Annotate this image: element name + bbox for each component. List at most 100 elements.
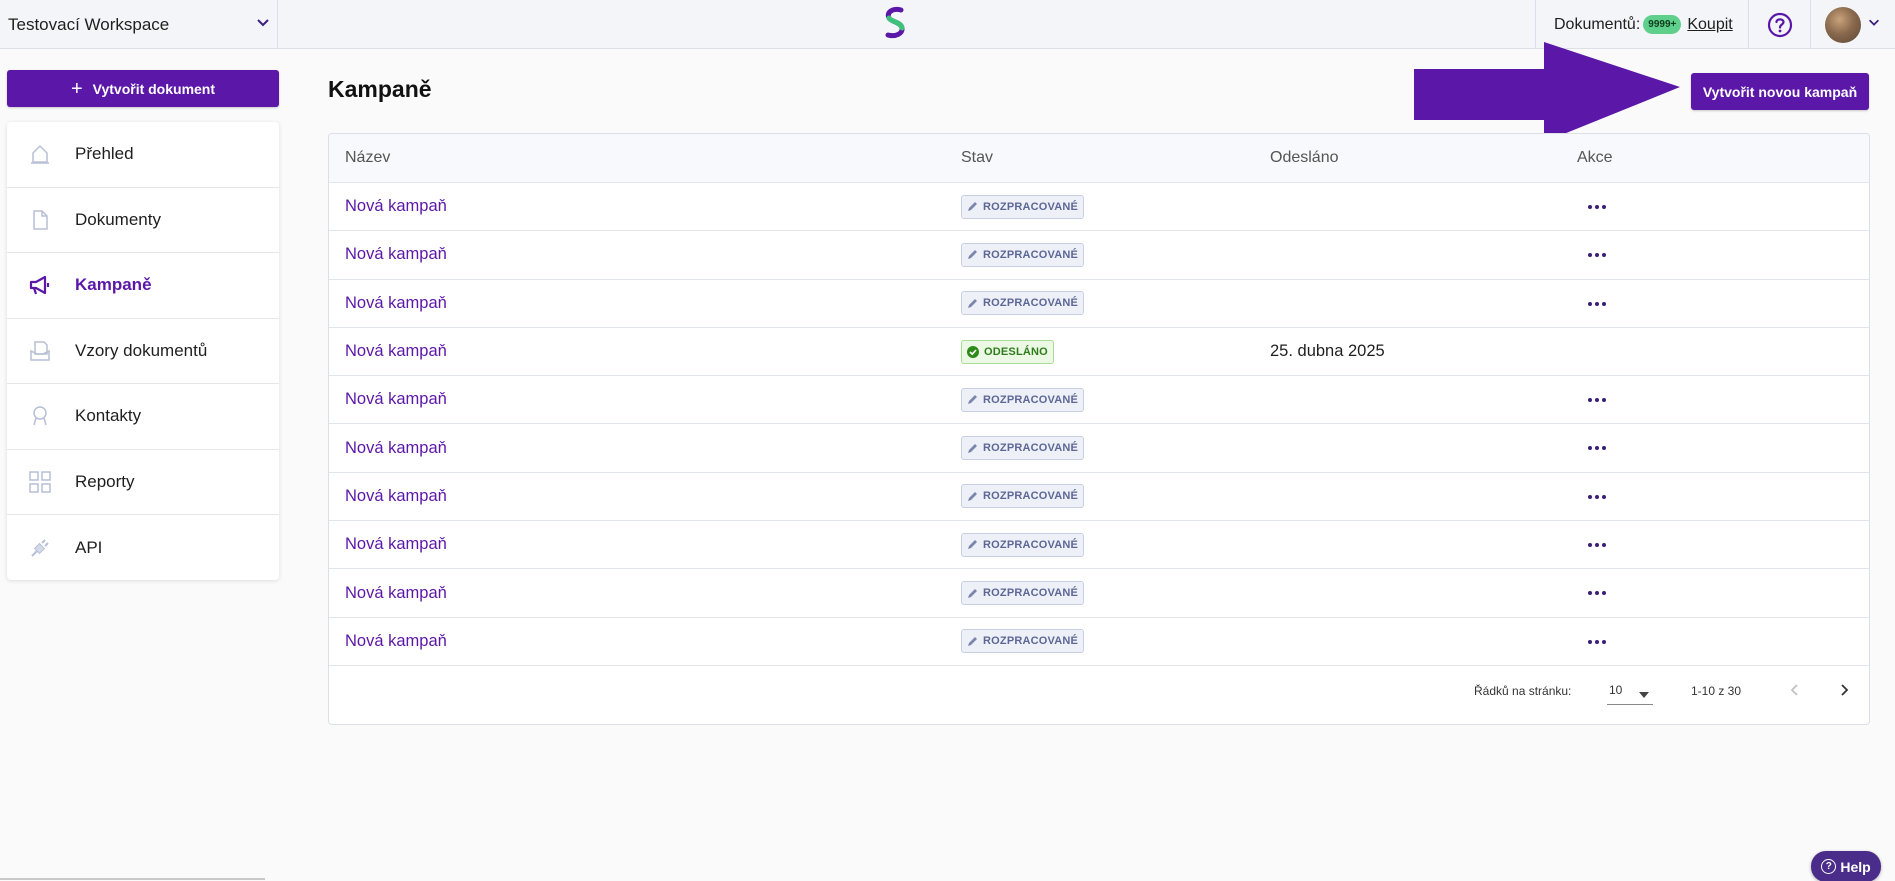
sidebar-item-label: Kontakty bbox=[75, 406, 142, 426]
help-icon[interactable] bbox=[1748, 0, 1810, 49]
table-row: Nová kampaň ROZPRACOVANÉ bbox=[329, 183, 1869, 232]
sidebar-item-label: API bbox=[75, 537, 103, 557]
caret-down-icon bbox=[1639, 687, 1649, 701]
status-label: ROZPRACOVANÉ bbox=[983, 393, 1079, 406]
status-badge: ROZPRACOVANÉ bbox=[961, 436, 1085, 461]
create-document-button[interactable]: + Vytvořit dokument bbox=[7, 70, 279, 107]
pencil-icon bbox=[967, 201, 978, 212]
divider bbox=[0, 878, 265, 880]
campaign-name-link[interactable]: Nová kampaň bbox=[345, 439, 447, 458]
status-label: ODESLÁNO bbox=[984, 345, 1048, 358]
sidebar-item-prehled[interactable]: Přehled bbox=[7, 122, 279, 188]
more-actions-icon[interactable] bbox=[1585, 632, 1609, 652]
buy-link[interactable]: Koupit bbox=[1687, 16, 1732, 34]
table-row: Nová kampaň ODESLÁNO 25. dubna 2025 bbox=[329, 328, 1869, 377]
more-actions-icon[interactable] bbox=[1585, 390, 1609, 410]
document-icon bbox=[27, 207, 53, 233]
arrow-annotation-icon bbox=[1414, 42, 1680, 142]
campaign-name-link[interactable]: Nová kampaň bbox=[345, 535, 447, 554]
sidebar-item-dokumenty[interactable]: Dokumenty bbox=[7, 188, 279, 253]
plug-icon bbox=[27, 535, 53, 561]
campaign-name-link[interactable]: Nová kampaň bbox=[345, 487, 447, 506]
status-badge: ROZPRACOVANÉ bbox=[961, 194, 1085, 219]
status-label: ROZPRACOVANÉ bbox=[983, 200, 1079, 213]
chevron-left-icon[interactable] bbox=[1783, 678, 1807, 702]
status-label: ROZPRACOVANÉ bbox=[983, 635, 1079, 648]
sidebar-item-reporty[interactable]: Reporty bbox=[7, 450, 279, 515]
chevron-right-icon[interactable] bbox=[1832, 678, 1856, 702]
rows-per-page-value: 10 bbox=[1609, 683, 1623, 697]
create-document-label: Vytvořit dokument bbox=[92, 80, 216, 97]
campaigns-table: Název Stav Odesláno Akce Nová kampaň ROZP… bbox=[328, 133, 1870, 725]
sidebar-item-vzory-dokumentu[interactable]: Vzory dokumentů bbox=[7, 319, 279, 384]
docs-label: Dokumentů: bbox=[1554, 15, 1641, 33]
campaign-name-link[interactable]: Nová kampaň bbox=[345, 632, 447, 651]
sidebar-item-kontakty[interactable]: Kontakty bbox=[7, 384, 279, 450]
campaign-name-link[interactable]: Nová kampaň bbox=[345, 390, 447, 409]
status-badge: ODESLÁNO bbox=[961, 339, 1054, 364]
table-header: Název Stav Odesláno Akce bbox=[329, 134, 1869, 183]
campaign-name-link[interactable]: Nová kampaň bbox=[345, 342, 447, 361]
rows-per-page-select[interactable]: 10 bbox=[1607, 675, 1653, 705]
column-header-sent[interactable]: Odesláno bbox=[1270, 149, 1339, 167]
status-badge: ROZPRACOVANÉ bbox=[961, 242, 1085, 267]
status-label: ROZPRACOVANÉ bbox=[983, 587, 1079, 600]
more-actions-icon[interactable] bbox=[1585, 197, 1609, 217]
avatar bbox=[1825, 6, 1861, 43]
pencil-icon bbox=[967, 394, 978, 405]
table-row: Nová kampaň ROZPRACOVANÉ bbox=[329, 424, 1869, 473]
pagination: Řádků na stránku: 10 1-10 z 30 bbox=[329, 664, 1869, 714]
sent-date: 25. dubna 2025 bbox=[1270, 342, 1385, 361]
table-row: Nová kampaň ROZPRACOVANÉ bbox=[329, 376, 1869, 425]
campaign-name-link[interactable]: Nová kampaň bbox=[345, 294, 447, 313]
plus-icon: + bbox=[70, 77, 83, 100]
column-header-name[interactable]: Název bbox=[345, 149, 390, 167]
campaign-name-link[interactable]: Nová kampaň bbox=[345, 584, 447, 603]
table-row: Nová kampaň ROZPRACOVANÉ bbox=[329, 280, 1869, 328]
user-menu[interactable] bbox=[1810, 0, 1895, 49]
more-actions-icon[interactable] bbox=[1585, 245, 1609, 265]
home-icon bbox=[27, 141, 53, 167]
more-actions-icon[interactable] bbox=[1585, 438, 1609, 458]
sidebar-item-api[interactable]: API bbox=[7, 515, 279, 581]
rows-per-page-label: Řádků na stránku: bbox=[1474, 684, 1572, 698]
status-label: ROZPRACOVANÉ bbox=[983, 442, 1079, 455]
status-label: ROZPRACOVANÉ bbox=[983, 490, 1079, 503]
pencil-icon bbox=[967, 249, 978, 260]
pagination-range: 1-10 z 30 bbox=[1691, 684, 1742, 698]
app-logo-icon[interactable] bbox=[881, 6, 909, 40]
column-header-status[interactable]: Stav bbox=[961, 149, 993, 167]
megaphone-icon bbox=[27, 272, 53, 298]
more-actions-icon[interactable] bbox=[1585, 535, 1609, 555]
pencil-icon bbox=[967, 443, 978, 454]
more-actions-icon[interactable] bbox=[1585, 487, 1609, 507]
sidebar-item-kampane[interactable]: Kampaně bbox=[7, 253, 279, 319]
pencil-icon bbox=[967, 491, 978, 502]
chevron-down-icon bbox=[255, 14, 271, 35]
pencil-icon bbox=[967, 636, 978, 647]
status-badge: ROZPRACOVANÉ bbox=[961, 532, 1085, 557]
table-row: Nová kampaň ROZPRACOVANÉ bbox=[329, 569, 1869, 618]
campaign-name-link[interactable]: Nová kampaň bbox=[345, 197, 447, 216]
campaign-name-link[interactable]: Nová kampaň bbox=[345, 245, 447, 264]
pencil-icon bbox=[967, 539, 978, 550]
question-icon: ? bbox=[1821, 859, 1837, 874]
column-header-actions: Akce bbox=[1577, 149, 1613, 166]
help-button[interactable]: ? Help bbox=[1811, 851, 1881, 881]
table-row: Nová kampaň ROZPRACOVANÉ bbox=[329, 231, 1869, 280]
workspace-select[interactable]: Testovací Workspace bbox=[0, 0, 278, 49]
docs-count-badge: 9999+ bbox=[1643, 15, 1682, 34]
create-campaign-button[interactable]: Vytvořit novou kampaň bbox=[1691, 73, 1869, 110]
more-actions-icon[interactable] bbox=[1585, 583, 1609, 603]
sidebar-item-label: Vzory dokumentů bbox=[75, 340, 208, 360]
sidebar-item-label: Reporty bbox=[75, 471, 135, 491]
table-body: Nová kampaň ROZPRACOVANÉ Nová kampaň ROZPRA… bbox=[329, 183, 1869, 666]
more-actions-icon[interactable] bbox=[1585, 294, 1609, 314]
table-row: Nová kampaň ROZPRACOVANÉ bbox=[329, 618, 1869, 666]
page-title: Kampaně bbox=[328, 76, 432, 102]
status-label: ROZPRACOVANÉ bbox=[983, 538, 1079, 551]
help-label: Help bbox=[1840, 858, 1871, 875]
table-row: Nová kampaň ROZPRACOVANÉ bbox=[329, 521, 1869, 570]
status-badge: ROZPRACOVANÉ bbox=[961, 387, 1085, 412]
status-badge: ROZPRACOVANÉ bbox=[961, 484, 1085, 509]
